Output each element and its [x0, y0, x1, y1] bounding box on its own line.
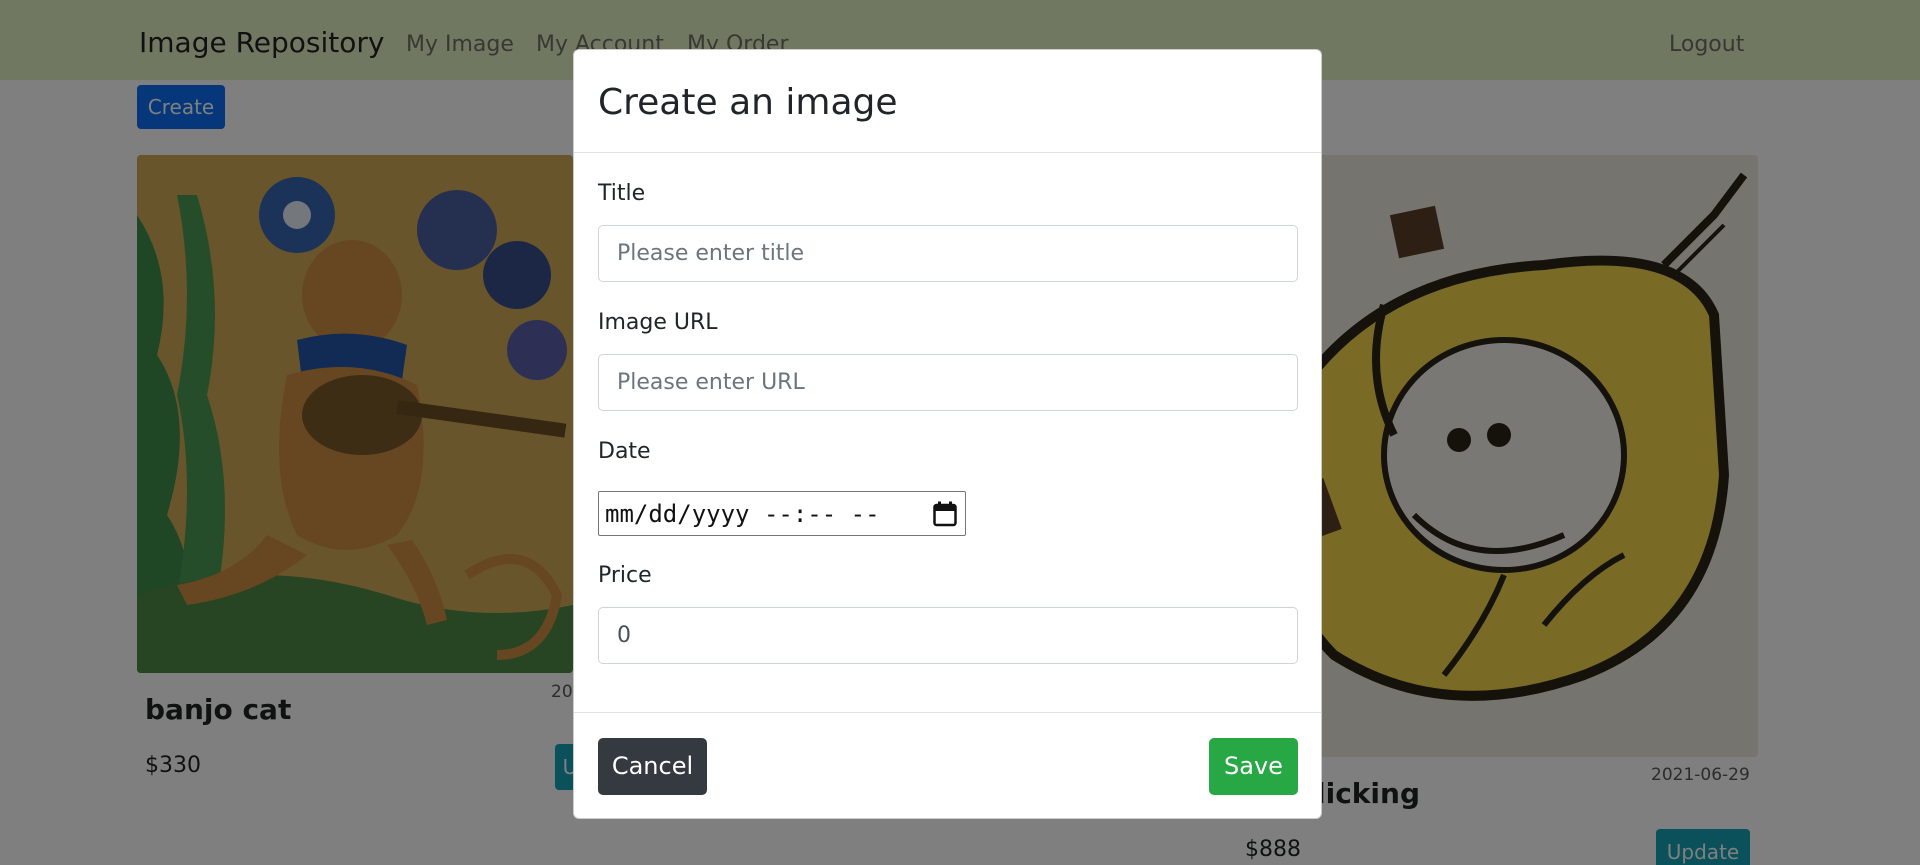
- price-input[interactable]: [598, 607, 1298, 664]
- modal-title: Create an image: [598, 82, 898, 123]
- create-image-modal: Create an image Title Image URL Date mm/…: [573, 49, 1322, 819]
- image-url-input[interactable]: [598, 354, 1298, 411]
- save-button[interactable]: Save: [1209, 738, 1298, 795]
- date-input-value: mm/dd/yyyy --:-- --: [605, 500, 880, 528]
- title-input[interactable]: [598, 225, 1298, 282]
- date-label: Date: [598, 439, 651, 464]
- date-input[interactable]: mm/dd/yyyy --:-- --: [598, 491, 966, 536]
- image-url-label: Image URL: [598, 310, 718, 335]
- title-label: Title: [598, 181, 646, 206]
- modal-header: Create an image: [574, 50, 1321, 153]
- price-label: Price: [598, 563, 652, 588]
- cancel-button[interactable]: Cancel: [598, 738, 707, 795]
- calendar-icon[interactable]: [933, 501, 957, 527]
